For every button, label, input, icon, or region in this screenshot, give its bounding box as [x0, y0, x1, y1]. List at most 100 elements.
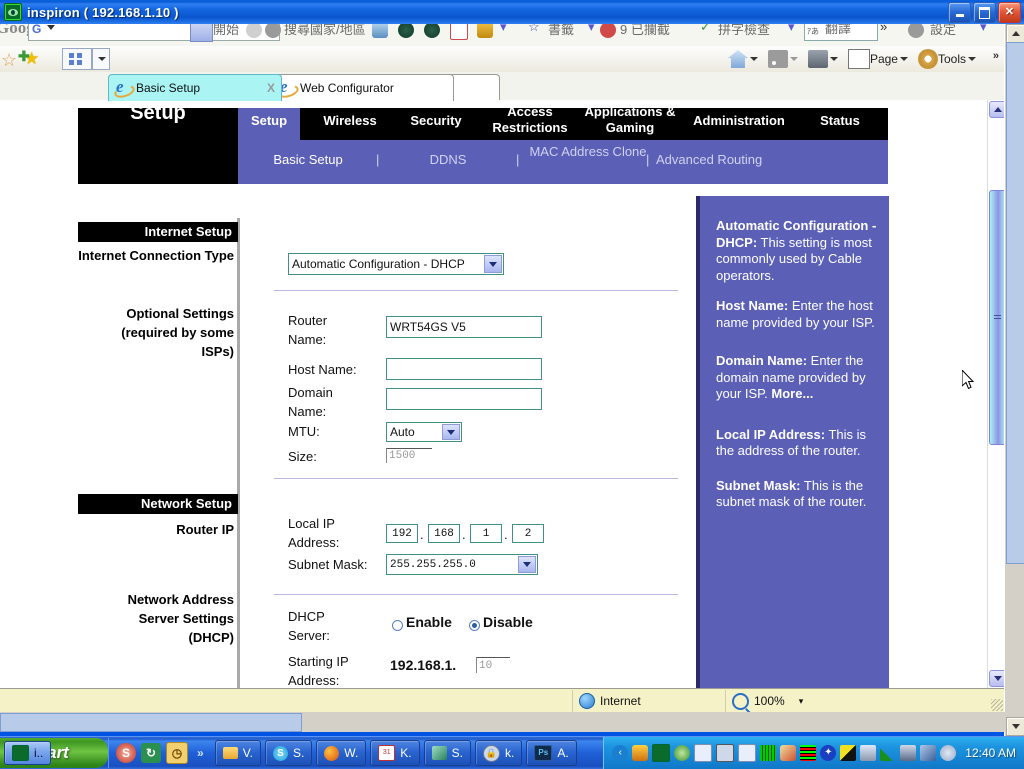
rdp-scroll-up-button[interactable]	[1006, 24, 1024, 43]
host-clock[interactable]: 12:40 AM	[965, 746, 1016, 760]
network-icon[interactable]	[900, 745, 917, 761]
remote-desktop-icon[interactable]	[652, 744, 671, 762]
rdp-title-bar[interactable]: inspiron ( 192.168.1.10 ) ✕	[0, 0, 1024, 24]
chevron-down-icon[interactable]	[518, 556, 536, 573]
mail2-icon[interactable]	[738, 744, 757, 762]
chevron-down-icon[interactable]	[829, 57, 838, 61]
nav-item-access-restrictions[interactable]: Access Restrictions	[482, 104, 578, 136]
nav-item-security[interactable]: Security	[396, 113, 476, 128]
subnav-item-mac-address-clone[interactable]: MAC Address Clone	[528, 144, 648, 160]
dhcp-disable-radio[interactable]	[469, 620, 480, 631]
bookmark-star-icon[interactable]: ☆	[528, 24, 540, 35]
mtu-size-input[interactable]: 1500	[386, 448, 432, 463]
rdp-scrollbar-thumb[interactable]	[1006, 42, 1024, 564]
chevron-down-icon[interactable]: ▾	[799, 696, 804, 707]
mail-icon[interactable]	[694, 744, 713, 762]
scrollbar-thumb[interactable]	[989, 190, 1005, 445]
mtu-select[interactable]: Auto	[386, 422, 462, 442]
scroll-down-button[interactable]	[989, 670, 1005, 687]
translate-globe-icon[interactable]	[372, 24, 388, 38]
maximize-button[interactable]	[973, 2, 996, 23]
rdp-vertical-scrollbar[interactable]	[1004, 24, 1024, 736]
gmail-icon[interactable]	[450, 24, 468, 40]
sync-icon[interactable]	[920, 745, 937, 761]
help-more-link[interactable]: More...	[771, 386, 813, 401]
tab-web-configurator[interactable]: Web Configurator	[272, 74, 454, 101]
local-ip-octet-3[interactable]: 1	[470, 524, 502, 543]
earth2-icon[interactable]	[424, 24, 440, 38]
rdp-scroll-down-button[interactable]	[1006, 717, 1024, 736]
google-toolbar[interactable]: Google G 開始 搜尋國家/地區 ▾ ☆ 書籤 ▾ 9 已攔截 ✓ 拼字檢…	[0, 24, 1005, 47]
monitor-icon[interactable]	[860, 745, 877, 761]
close-button[interactable]: ✕	[998, 2, 1021, 23]
dhcp-enable-radio[interactable]	[392, 620, 403, 631]
chevron-down-icon[interactable]	[789, 57, 798, 61]
host-task-button-k2[interactable]: 🔒 k.	[474, 740, 523, 766]
host-task-button-w[interactable]: W.	[316, 740, 367, 766]
domain-name-input[interactable]	[386, 388, 542, 410]
resize-grip[interactable]	[991, 699, 1003, 711]
phone-icon[interactable]	[674, 745, 691, 761]
nav-item-status[interactable]: Status	[800, 113, 880, 128]
bluetooth-icon[interactable]: ✦	[820, 745, 837, 761]
chevron-down-icon-4[interactable]: ▾	[980, 24, 987, 35]
feeds-button[interactable]	[765, 48, 805, 70]
favorites-center-icon[interactable]: ☆	[1, 50, 17, 71]
host-task-button-s2[interactable]: S.	[423, 740, 471, 766]
lock-icon[interactable]	[716, 744, 735, 762]
close-icon[interactable]: X	[253, 81, 275, 95]
google-blocked-label[interactable]: 9 已攔截	[620, 24, 670, 38]
page-scrollbar[interactable]	[987, 100, 1005, 688]
bookmarks-star-icon[interactable]	[477, 24, 493, 38]
internet-connection-type-select[interactable]: Automatic Configuration - DHCP	[288, 253, 504, 275]
grid-icon[interactable]	[760, 745, 777, 761]
google-start-label[interactable]: 開始	[213, 24, 239, 38]
chevron-down-icon[interactable]: ▾	[500, 24, 507, 35]
quick-tabs-button[interactable]	[62, 48, 92, 70]
host-name-input[interactable]	[386, 358, 542, 380]
local-ip-octet-1[interactable]: 192	[386, 524, 418, 543]
chevron-down-icon[interactable]	[749, 57, 758, 61]
google-search-button[interactable]	[190, 24, 213, 42]
chevron-down-icon[interactable]	[968, 57, 976, 61]
chevron-down-icon[interactable]	[484, 255, 502, 273]
local-ip-octet-4[interactable]: 2	[512, 524, 544, 543]
local-ip-octet-2[interactable]: 168	[428, 524, 460, 543]
router-name-input[interactable]: WRT54GS V5	[386, 316, 542, 338]
toolbar-overflow-icon[interactable]: »	[880, 24, 887, 34]
command-bar-overflow-icon[interactable]: »	[993, 50, 999, 62]
stop-icon[interactable]: S	[116, 743, 136, 763]
gear-icon[interactable]	[908, 24, 924, 38]
equalizer-icon[interactable]	[800, 745, 817, 761]
chevron-down-icon-3[interactable]: ▾	[788, 24, 795, 35]
nav-item-administration[interactable]: Administration	[680, 113, 798, 128]
subnav-item-ddns[interactable]: DDNS	[388, 152, 508, 167]
print-button[interactable]	[805, 48, 845, 70]
zoom-control[interactable]: 100% ▾	[726, 690, 1005, 712]
tools-menu-button[interactable]: Tools	[915, 48, 983, 70]
google-bookmark-label[interactable]: 書籤	[548, 24, 574, 38]
subnav-item-basic-setup[interactable]: Basic Setup	[248, 152, 368, 167]
popup-blocker-icon[interactable]	[600, 24, 616, 38]
google-translate-box[interactable]: ｱあ 翻譯	[804, 24, 878, 41]
google-region-label[interactable]: 搜尋國家/地區	[284, 24, 366, 38]
google-search-input[interactable]: G	[28, 24, 280, 41]
messenger-icon[interactable]	[632, 745, 649, 761]
tab-basic-setup[interactable]: Basic Setup X	[108, 74, 282, 101]
host-task-button-a[interactable]: Ps A.	[526, 740, 577, 766]
antivirus-icon[interactable]	[780, 745, 797, 761]
security-zone[interactable]: Internet	[573, 690, 726, 712]
page-menu-button[interactable]: Page	[845, 48, 915, 70]
color-icon[interactable]	[840, 745, 857, 761]
nav-item-setup[interactable]: Setup	[238, 113, 300, 128]
nav-item-wireless[interactable]: Wireless	[310, 113, 390, 128]
spellcheck-icon[interactable]: ✓	[700, 24, 711, 35]
scroll-up-button[interactable]	[989, 101, 1005, 118]
tab-list-dropdown[interactable]	[92, 48, 110, 70]
host-task-button-s[interactable]: S S.	[264, 740, 313, 766]
google-spellcheck-label[interactable]: 拼字檢查	[718, 24, 770, 38]
chevron-down-icon[interactable]	[442, 424, 460, 440]
chevron-down-icon-2[interactable]: ▾	[588, 24, 595, 35]
earth-icon[interactable]	[398, 24, 414, 38]
dhcp-disable-label[interactable]: Disable	[483, 614, 533, 630]
